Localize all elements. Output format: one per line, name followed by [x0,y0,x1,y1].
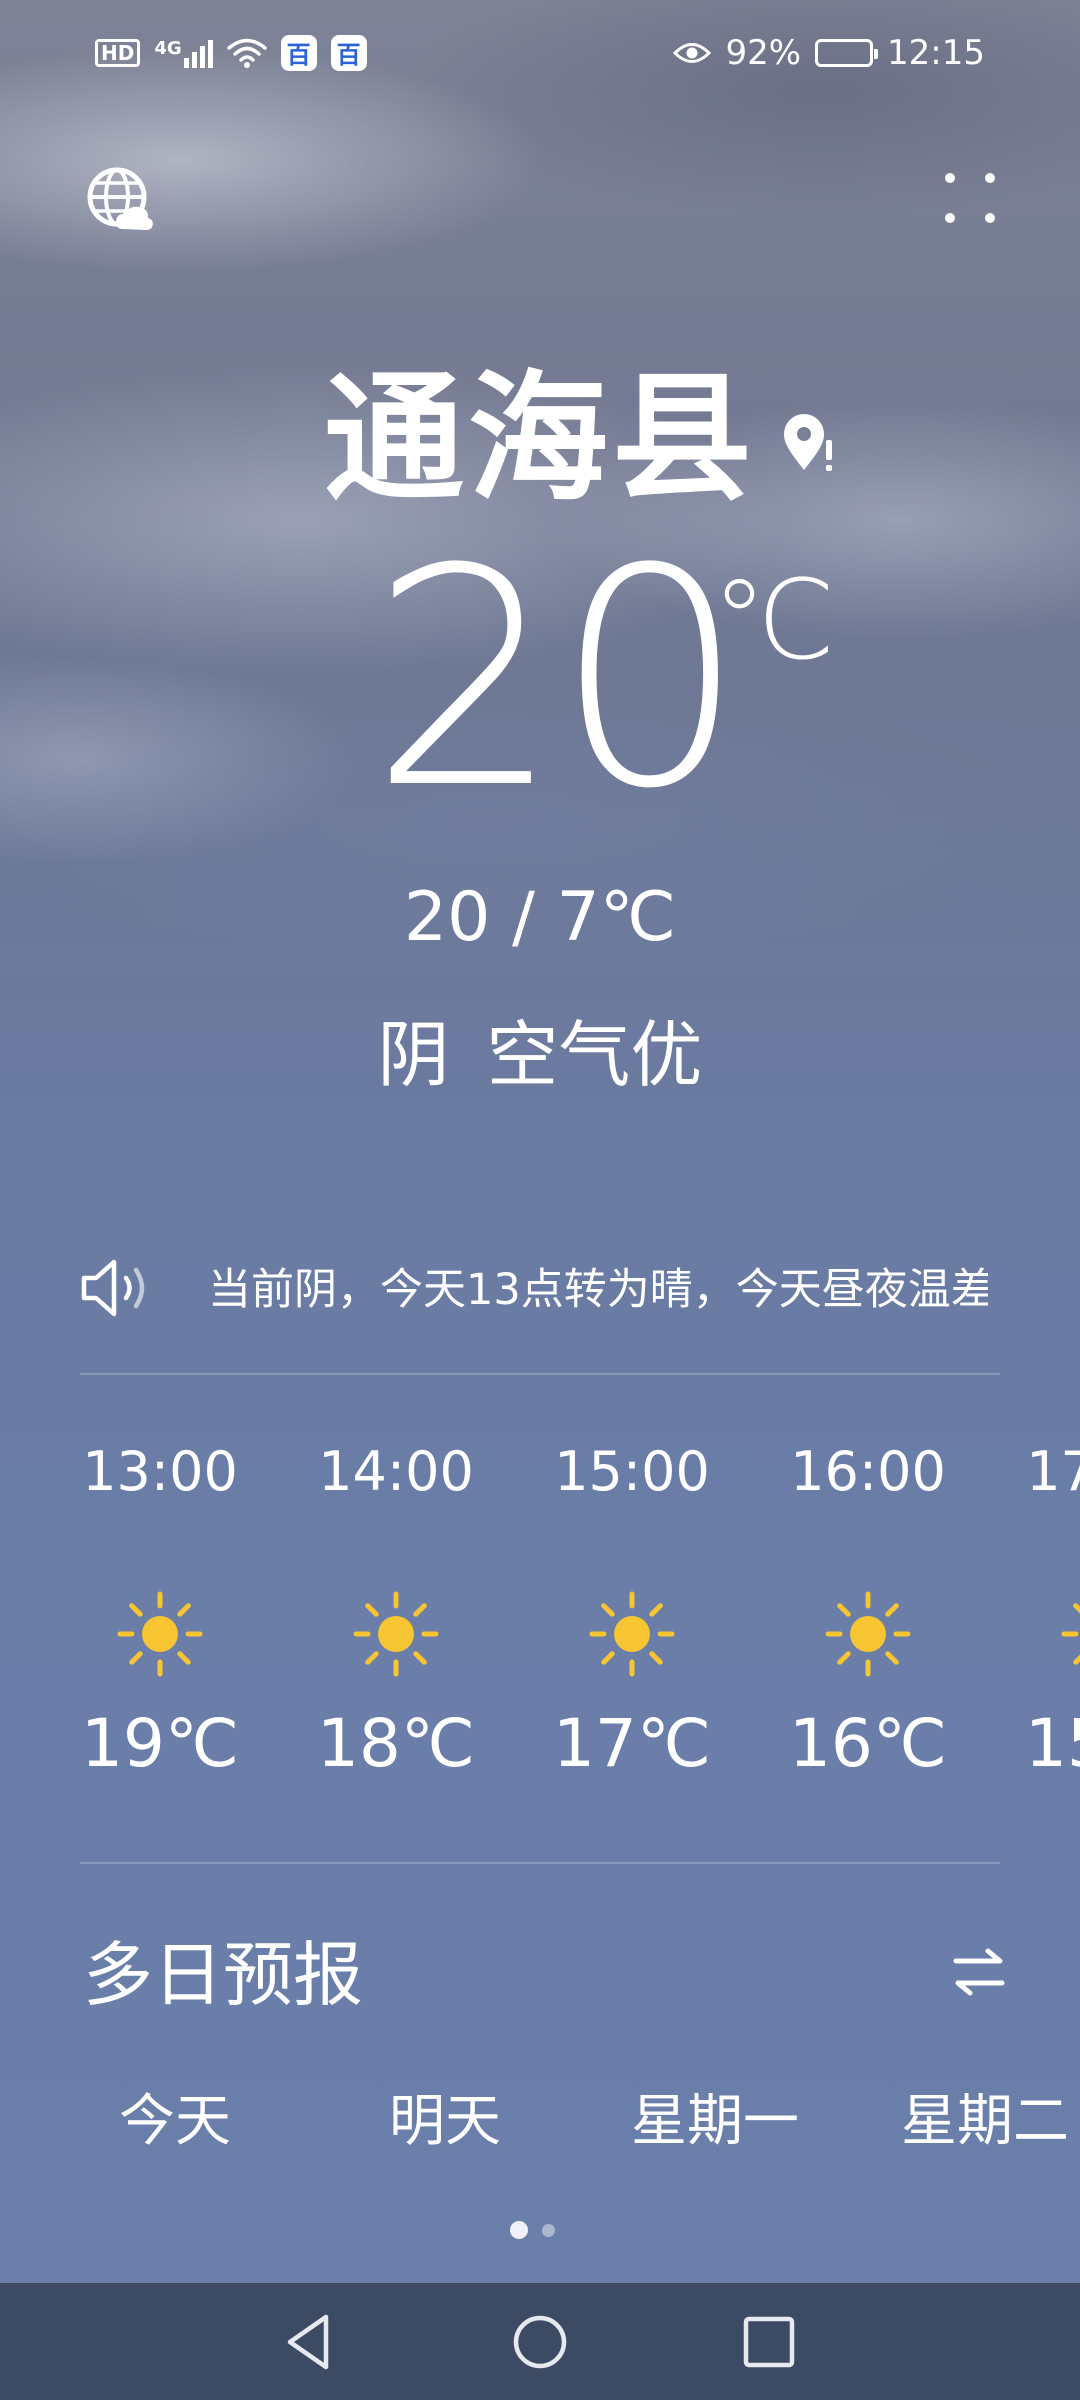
multi-day-title: 多日预报 [83,1934,363,2016]
page-indicator [510,2221,555,2239]
triangle-back-icon[interactable] [276,2309,342,2375]
baidu-app-badge-icon: 百 [330,34,367,71]
swap-arrows-icon[interactable] [950,1943,1008,2001]
sun-icon [589,1591,675,1677]
hour-temp: 16℃ [788,1705,948,1782]
hour-temp: 15℃ [1024,1705,1080,1782]
hour-item[interactable]: 13:00 19℃ [80,1420,240,1794]
divider [80,1373,1000,1375]
status-bar: HD 4G 百 百 92% 12:15 [0,0,1080,105]
page-dot [542,2223,555,2237]
signal-indicator: 4G [154,37,213,68]
status-left: HD 4G 百 百 [95,34,367,71]
hour-item[interactable]: 14:00 18℃ [316,1420,476,1794]
page-dot-active [510,2221,528,2239]
weather-summary-ticker: 当前阴，今天13点转为晴，今天昼夜温差较大 [208,1265,988,1315]
temperature-unit: ℃ [712,556,836,684]
eye-icon [673,42,712,63]
hour-time: 15:00 [554,1440,710,1503]
hour-time: 13:00 [82,1440,238,1503]
hourly-forecast[interactable]: 13:00 19℃ 14:00 18℃ 15:00 17℃ 16:00 16℃ … [80,1420,1080,1840]
speaker-icon[interactable] [80,1258,152,1318]
day-tab[interactable]: 星期一 [600,2082,830,2162]
battery-icon [815,38,879,67]
hour-item[interactable]: 17:00 15℃ [1024,1420,1080,1794]
hour-time: 16:00 [790,1440,946,1503]
day-tabs[interactable]: 今天 明天 星期一 星期二 [0,2082,1080,2162]
hour-temp: 19℃ [80,1705,240,1782]
network-type: 4G [154,37,182,59]
high-low-temperature: 20 / 7℃ [403,878,677,957]
wifi-icon [226,38,267,68]
sun-icon [117,1591,203,1677]
divider [80,1862,1000,1864]
hour-time: 14:00 [318,1440,474,1503]
globe-cloud-icon[interactable] [85,165,155,235]
day-tab[interactable]: 明天 [330,2082,560,2162]
baidu-app-badge-icon: 百 [280,34,317,71]
circle-home-icon[interactable] [507,2309,573,2375]
hour-temp: 17℃ [552,1705,712,1782]
battery-percent: 92% [725,32,802,73]
weather-condition: 阴 空气优 [377,1013,703,1097]
four-dots-menu-icon[interactable] [940,168,1000,228]
sun-icon [1061,1603,1080,1665]
hour-item[interactable]: 15:00 17℃ [552,1420,712,1794]
day-tab[interactable]: 今天 [60,2082,290,2162]
day-tab[interactable]: 星期二 [870,2082,1080,2162]
signal-bars-icon [183,38,213,68]
city-name[interactable]: 通海县 [0,365,1080,515]
hour-time: 17:00 [1026,1440,1080,1503]
hour-item[interactable]: 16:00 16℃ [788,1420,948,1794]
location-pin-alert-icon[interactable] [780,412,838,474]
hour-temp: 18℃ [316,1705,476,1782]
clock: 12:15 [887,32,985,73]
sun-icon [353,1591,439,1677]
current-temperature: 20 [370,505,746,854]
status-right: 92% 12:15 [673,33,985,73]
square-recents-icon[interactable] [736,2309,802,2375]
sun-icon [825,1591,911,1677]
hd-indicator: HD [95,38,141,67]
navigation-bar [0,2283,1080,2400]
